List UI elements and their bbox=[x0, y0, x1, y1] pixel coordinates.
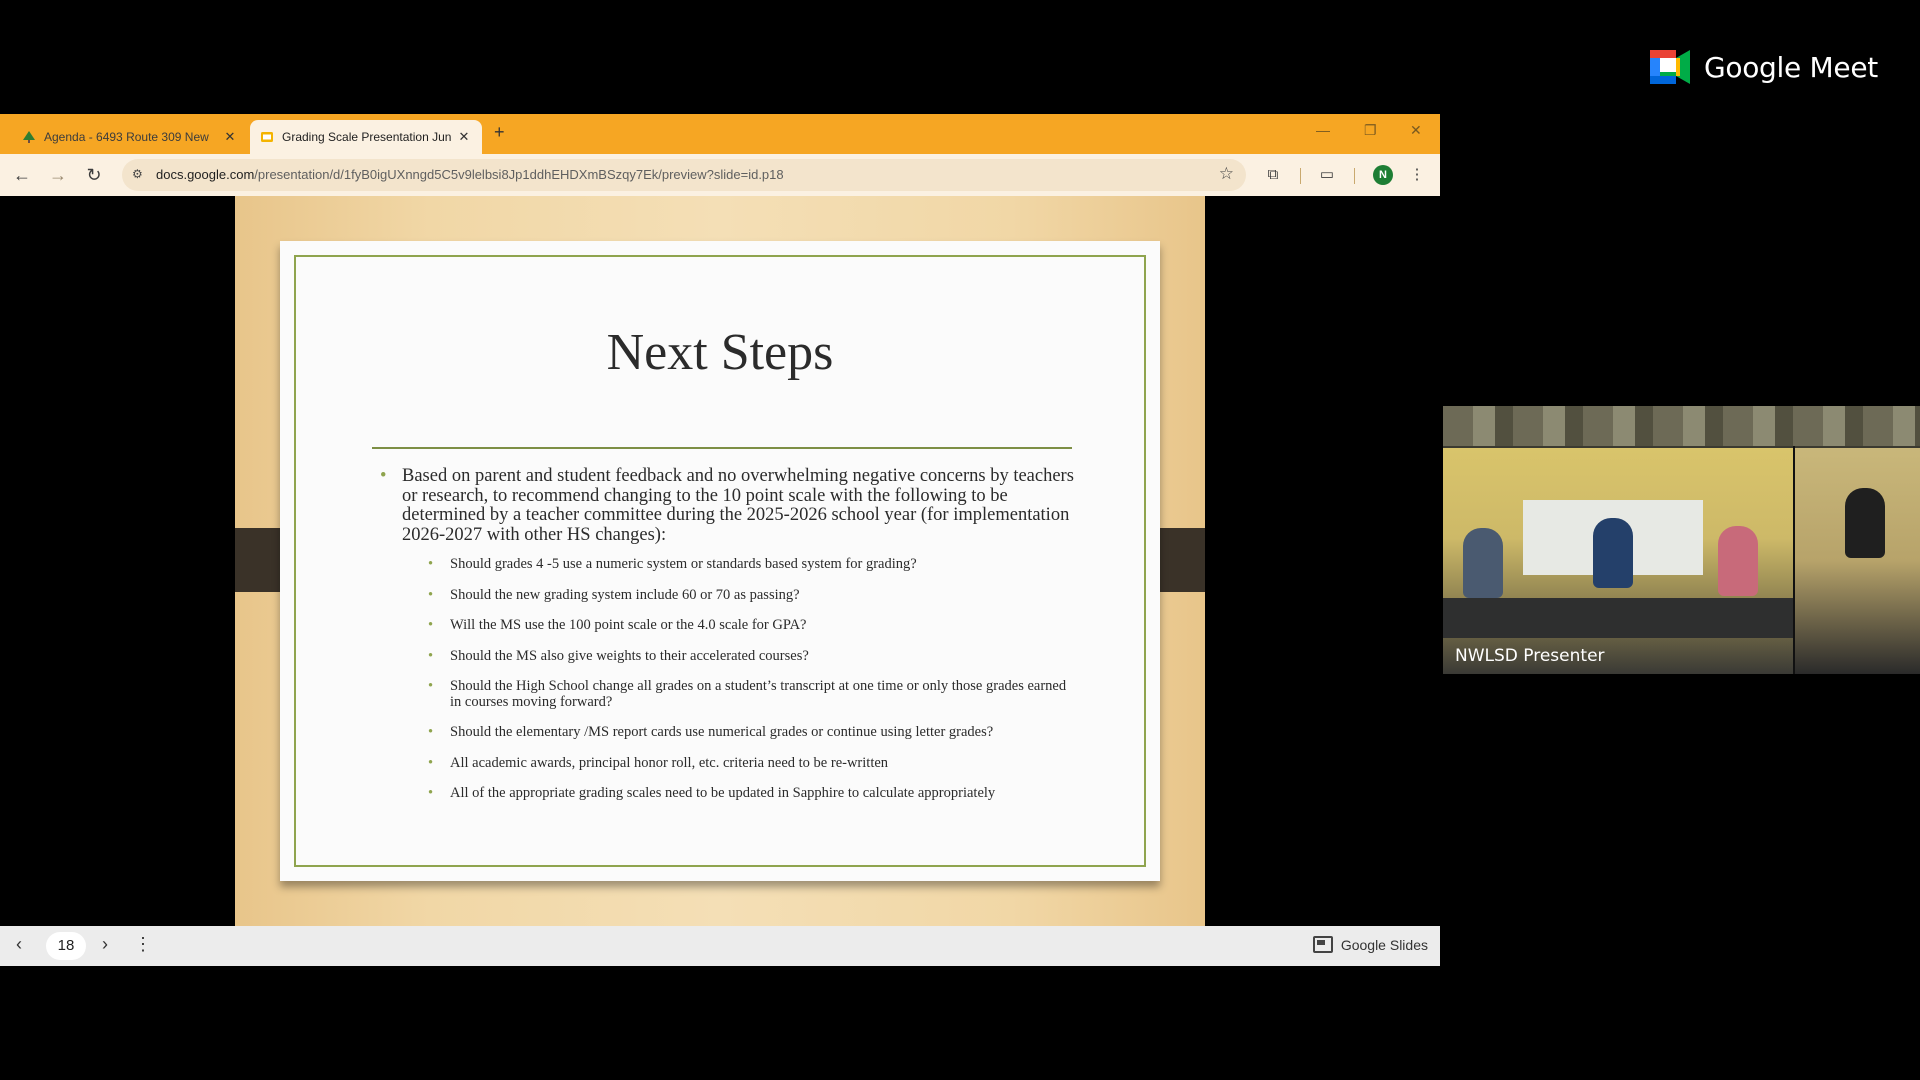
address-bar[interactable]: ⚙ docs.google.com/presentation/d/1fyB0ig… bbox=[122, 159, 1246, 191]
sub-bullet-text: Should the elementary /MS report cards u… bbox=[450, 724, 994, 740]
sub-bullet-text: Should grades 4 -5 use a numeric system … bbox=[450, 556, 917, 572]
slide-options-icon[interactable]: ⋮ bbox=[134, 934, 152, 955]
minimize-icon[interactable]: — bbox=[1316, 122, 1330, 138]
close-tab-icon[interactable]: ✕ bbox=[222, 129, 238, 145]
google-slides-label: Google Slides bbox=[1340, 936, 1428, 953]
close-tab-icon[interactable]: ✕ bbox=[456, 129, 472, 145]
bullet-icon: • bbox=[380, 466, 387, 486]
sub-bullet-text: All academic awards, principal honor rol… bbox=[450, 754, 889, 771]
video-person bbox=[1845, 488, 1885, 558]
title-divider bbox=[372, 447, 1072, 449]
sub-bullet-text: Should the High School change all grades… bbox=[450, 678, 1067, 710]
sub-bullet: • Should the High School change all grade… bbox=[426, 678, 1074, 710]
url-path: /presentation/d/1fyB0igUXnngd5C5v9lelbsi… bbox=[254, 167, 784, 182]
restore-icon[interactable]: ❐ bbox=[1364, 122, 1377, 139]
video-side-feed bbox=[1795, 448, 1920, 674]
video-person bbox=[1718, 526, 1758, 596]
slide-content: • Based on parent and student feedback a… bbox=[374, 466, 1074, 817]
sub-bullet: • Should the elementary /MS report cards … bbox=[426, 724, 1074, 741]
slide-number-field[interactable]: 18 bbox=[46, 932, 86, 960]
slide-title: Next Steps bbox=[606, 324, 834, 381]
tree-favicon-icon bbox=[23, 131, 35, 143]
bookmark-star-icon[interactable]: ☆ bbox=[1219, 164, 1234, 184]
slides-icon bbox=[1312, 936, 1333, 953]
sub-bullet: • All of the appropriate grading scales n… bbox=[426, 785, 1074, 802]
forward-icon[interactable]: → bbox=[46, 163, 70, 187]
cast-icon[interactable]: ▭ bbox=[1316, 164, 1338, 186]
more-menu-icon[interactable]: ⋮ bbox=[1406, 164, 1428, 186]
tab-grading-scale[interactable]: Grading Scale Presentation Jun ✕ bbox=[250, 120, 482, 154]
reload-icon[interactable]: ↻ bbox=[82, 163, 106, 187]
video-person bbox=[1463, 528, 1503, 598]
new-tab-button[interactable]: + bbox=[494, 122, 505, 143]
video-table bbox=[1443, 598, 1793, 638]
sub-bullet: • All academic awards, principal honor ro… bbox=[426, 754, 1074, 772]
sub-bullet-text: Should the MS also give weights to their… bbox=[450, 647, 809, 664]
slide: Next Steps • Based on parent and student… bbox=[235, 196, 1205, 926]
tab-title: Grading Scale Presentation Jun bbox=[282, 130, 452, 144]
sub-bullet: • Will the MS use the 100 point scale or … bbox=[426, 617, 1074, 634]
sub-bullet: • Should the MS also give weights to thei… bbox=[426, 647, 1074, 665]
slides-favicon-icon bbox=[261, 132, 273, 142]
site-info-icon[interactable]: ⚙ bbox=[132, 167, 148, 183]
participant-name: NWLSD Presenter bbox=[1455, 646, 1605, 666]
google-meet-logo: Google Meet bbox=[1650, 50, 1878, 84]
slides-preview-toolbar: ‹ 18 › ⋮ Google Slides bbox=[0, 926, 1440, 966]
sub-bullet-text: Will the MS use the 100 point scale or t… bbox=[450, 617, 807, 633]
meet-logo-text: Google Meet bbox=[1704, 50, 1878, 84]
browser-window: Agenda - 6493 Route 309 New ✕ Grading Sc… bbox=[0, 114, 1440, 966]
tab-title: Agenda - 6493 Route 309 New bbox=[44, 130, 209, 144]
main-bullet-text: Based on parent and student feedback and… bbox=[402, 466, 1074, 545]
browser-toolbar: ← → ↻ ⚙ docs.google.com/presentation/d/1… bbox=[0, 154, 1440, 196]
sub-bullet-list: • Should grades 4 -5 use a numeric system… bbox=[374, 556, 1074, 802]
main-bullet: • Based on parent and student feedback a… bbox=[374, 466, 1074, 545]
bullet-icon: • bbox=[428, 678, 434, 694]
bullet-icon: • bbox=[428, 556, 434, 572]
url-host: docs.google.com bbox=[156, 167, 255, 182]
participant-video-tile[interactable]: NWLSD Presenter bbox=[1443, 406, 1920, 674]
sub-bullet-text: All of the appropriate grading scales ne… bbox=[450, 785, 996, 801]
bullet-icon: • bbox=[428, 724, 434, 740]
toolbar-divider bbox=[1300, 168, 1301, 184]
extensions-icon[interactable]: ⧉ bbox=[1262, 164, 1284, 186]
video-thumbnail-strip bbox=[1443, 406, 1920, 446]
window-close-icon[interactable]: ✕ bbox=[1410, 122, 1422, 139]
next-slide-icon[interactable]: › bbox=[102, 934, 108, 955]
bullet-icon: • bbox=[428, 785, 434, 801]
profile-avatar[interactable]: N bbox=[1373, 165, 1393, 185]
bullet-icon: • bbox=[428, 586, 434, 603]
back-icon[interactable]: ← bbox=[10, 163, 34, 187]
tab-agenda[interactable]: Agenda - 6493 Route 309 New ✕ bbox=[12, 120, 248, 154]
slide-paper: Next Steps • Based on parent and student… bbox=[280, 241, 1160, 881]
sub-bullet: • Should grades 4 -5 use a numeric system… bbox=[426, 556, 1074, 573]
video-room-scene bbox=[1443, 448, 1793, 674]
tab-bar: Agenda - 6493 Route 309 New ✕ Grading Sc… bbox=[0, 114, 1440, 154]
bullet-icon: • bbox=[428, 754, 434, 771]
bullet-icon: • bbox=[428, 647, 434, 664]
meet-camera-icon bbox=[1650, 50, 1690, 84]
slide-stage: Next Steps • Based on parent and student… bbox=[0, 196, 1440, 926]
previous-slide-icon[interactable]: ‹ bbox=[16, 934, 22, 955]
sub-bullet: • Should the new grading system include 6… bbox=[426, 586, 1074, 604]
video-person bbox=[1593, 518, 1633, 588]
bullet-icon: • bbox=[428, 617, 434, 633]
sub-bullet-text: Should the new grading system include 60… bbox=[450, 586, 800, 603]
url-text: docs.google.com/presentation/d/1fyB0igUX… bbox=[156, 167, 784, 182]
toolbar-divider bbox=[1354, 168, 1355, 184]
google-slides-link[interactable]: Google Slides bbox=[1312, 936, 1428, 953]
